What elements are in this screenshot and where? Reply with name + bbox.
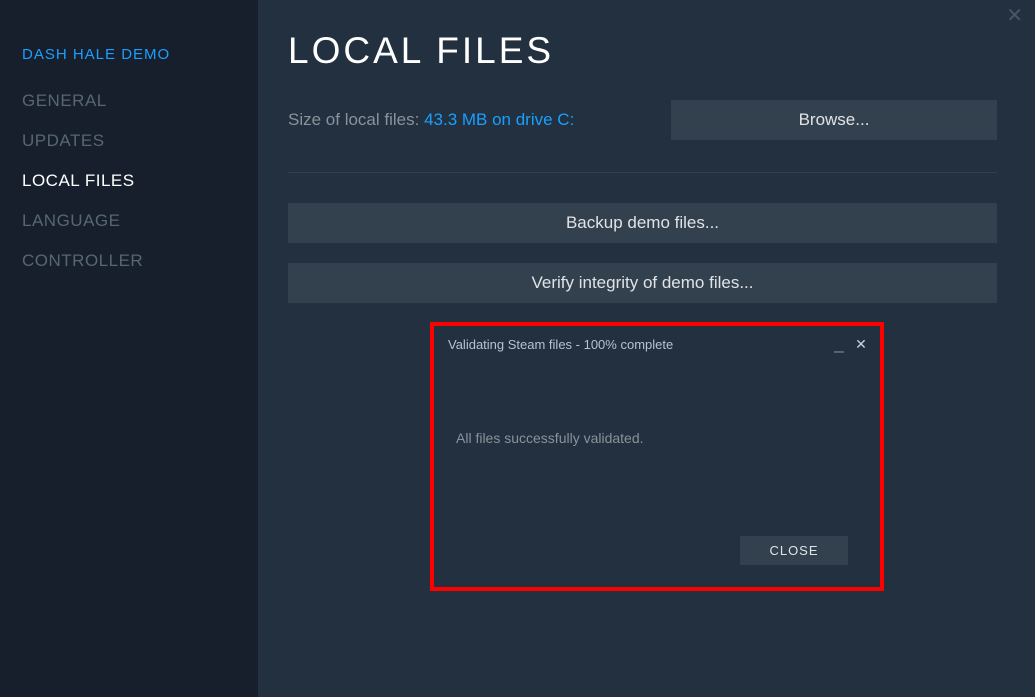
dialog-body: All files successfully validated. <box>438 358 876 536</box>
dialog-message: All files successfully validated. <box>456 430 644 446</box>
sidebar-title[interactable]: DASH HALE DEMO <box>22 46 258 63</box>
dialog-highlight-border: Validating Steam files - 100% complete _… <box>430 322 884 591</box>
sidebar-item-general[interactable]: GENERAL <box>22 91 258 111</box>
sidebar-item-local-files[interactable]: LOCAL FILES <box>22 171 258 191</box>
dialog-footer: CLOSE <box>438 536 876 583</box>
size-value-link[interactable]: 43.3 MB on drive C: <box>424 110 574 129</box>
validation-dialog: Validating Steam files - 100% complete _… <box>438 330 876 583</box>
dialog-title: Validating Steam files - 100% complete <box>448 337 673 352</box>
dialog-titlebar: Validating Steam files - 100% complete _… <box>438 330 876 358</box>
local-files-info-row: Size of local files: 43.3 MB on drive C:… <box>288 100 997 173</box>
sidebar-item-updates[interactable]: UPDATES <box>22 131 258 151</box>
minimize-icon[interactable]: _ <box>832 340 846 348</box>
sidebar-item-controller[interactable]: CONTROLLER <box>22 251 258 271</box>
page-title: LOCAL FILES <box>288 30 997 72</box>
browse-button[interactable]: Browse... <box>671 100 997 140</box>
verify-button[interactable]: Verify integrity of demo files... <box>288 263 997 303</box>
size-label: Size of local files: <box>288 110 424 129</box>
dialog-close-icon[interactable]: ✕ <box>854 336 868 353</box>
close-icon[interactable]: ✕ <box>1006 6 1023 26</box>
size-text: Size of local files: 43.3 MB on drive C: <box>288 110 574 130</box>
sidebar: DASH HALE DEMO GENERAL UPDATES LOCAL FIL… <box>0 0 258 697</box>
sidebar-item-language[interactable]: LANGUAGE <box>22 211 258 231</box>
dialog-close-button[interactable]: CLOSE <box>740 536 848 565</box>
backup-button[interactable]: Backup demo files... <box>288 203 997 243</box>
